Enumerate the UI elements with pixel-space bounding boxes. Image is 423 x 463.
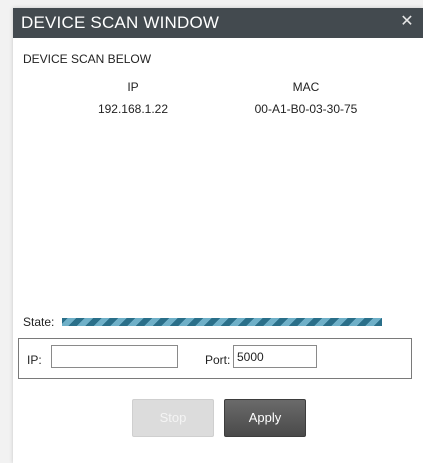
state-label: State: bbox=[23, 315, 55, 329]
device-mac: 00-A1-B0-03-30-75 bbox=[254, 102, 358, 116]
device-row[interactable]: 192.168.1.22 00-A1-B0-03-30-75 bbox=[13, 102, 423, 120]
device-scan-window: DEVICE SCAN WINDOW ✕ DEVICE SCAN BELOW I… bbox=[13, 8, 423, 463]
apply-button[interactable]: Apply bbox=[224, 399, 306, 437]
scan-progress-bar bbox=[62, 318, 382, 326]
column-header-mac: MAC bbox=[292, 80, 320, 94]
column-header-ip: IP bbox=[127, 80, 139, 94]
title-bar[interactable]: DEVICE SCAN WINDOW ✕ bbox=[13, 8, 423, 38]
port-input[interactable] bbox=[233, 345, 317, 368]
stop-button[interactable]: Stop bbox=[132, 399, 214, 437]
window-title: DEVICE SCAN WINDOW bbox=[21, 13, 220, 32]
device-ip: 192.168.1.22 bbox=[97, 102, 169, 116]
scan-heading: DEVICE SCAN BELOW bbox=[23, 52, 152, 66]
scan-progress-fill bbox=[62, 318, 382, 326]
connection-panel: IP: Port: bbox=[18, 338, 412, 379]
ip-label: IP: bbox=[27, 353, 42, 367]
ip-input[interactable] bbox=[51, 345, 178, 368]
port-label: Port: bbox=[205, 353, 231, 367]
close-icon[interactable]: ✕ bbox=[399, 13, 415, 31]
